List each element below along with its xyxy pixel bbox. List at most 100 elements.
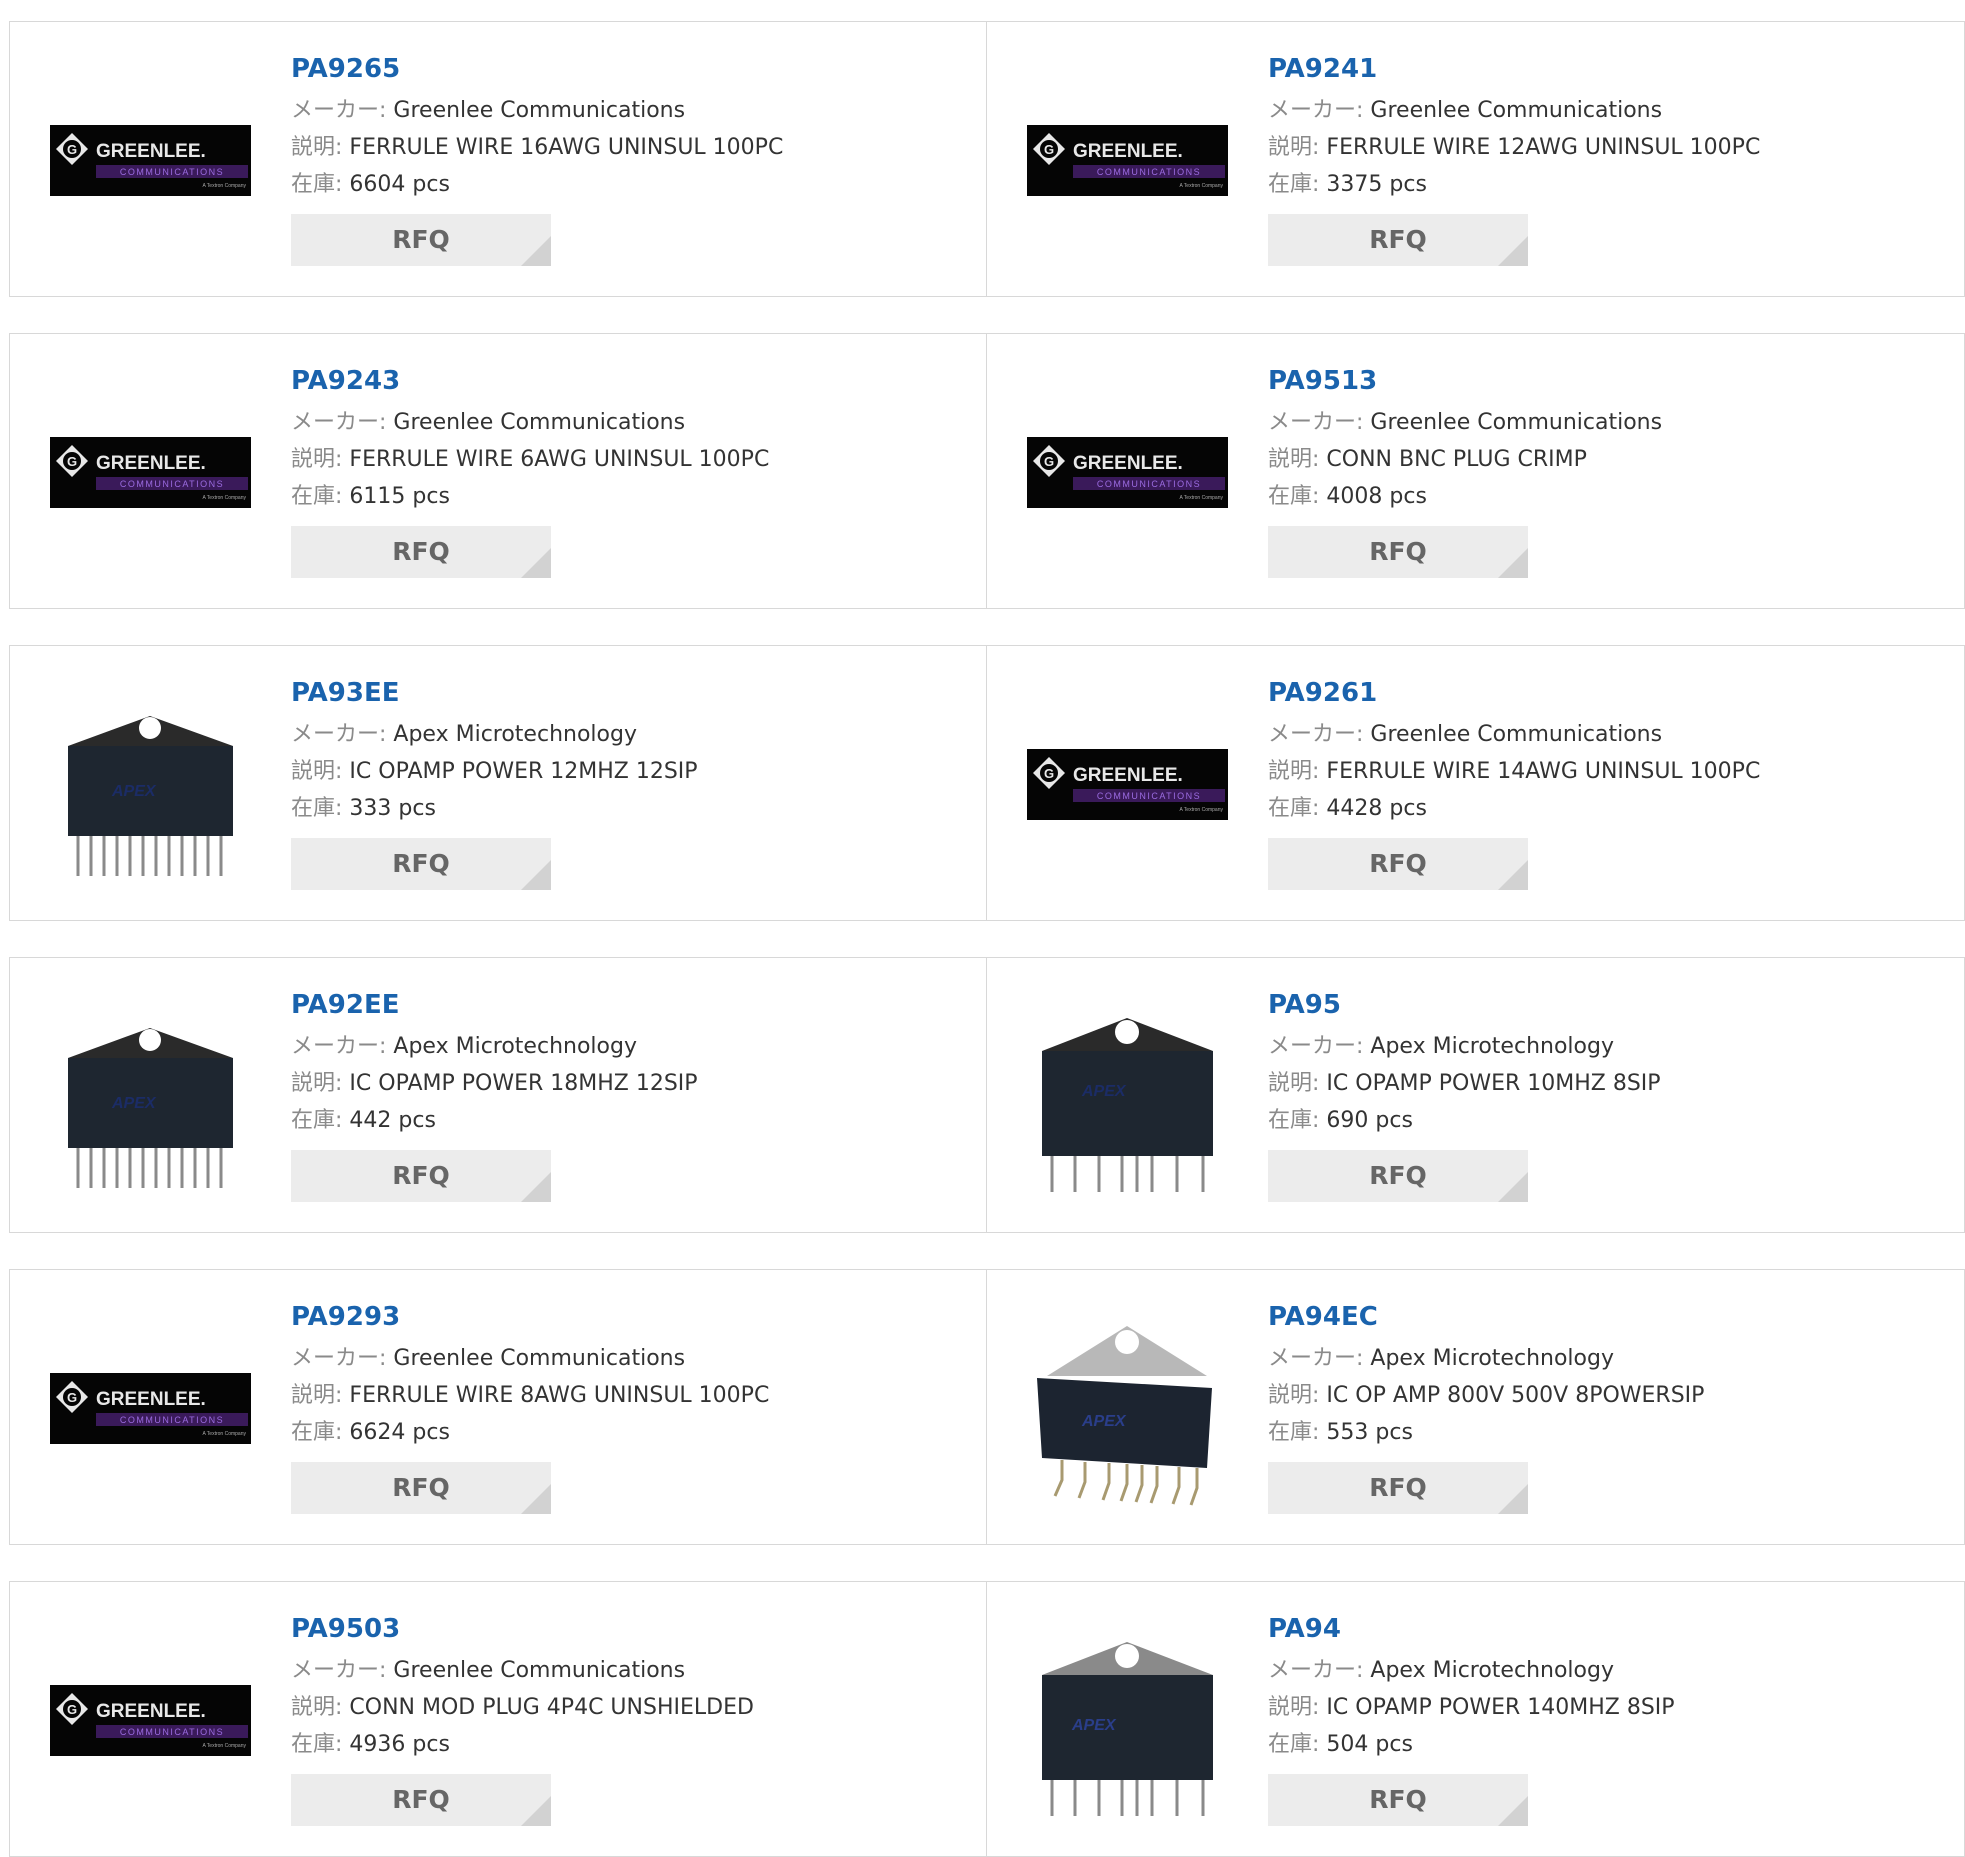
greenlee-logo-image[interactable]: G GREENLEE. COMMUNICATIONS A Textron Com… — [50, 1308, 251, 1509]
rfq-button-label: RFQ — [392, 537, 450, 566]
description-label: 説明: — [1268, 759, 1320, 784]
rfq-button[interactable]: RFQ — [1268, 214, 1528, 266]
part-number-link[interactable]: PA9265 — [291, 52, 783, 86]
part-number-link[interactable]: PA94EC — [1268, 1300, 1704, 1334]
chip-image[interactable]: APEX — [50, 684, 251, 885]
maker-value: Greenlee Communications — [1370, 722, 1663, 747]
product-card: G GREENLEE. COMMUNICATIONS A Textron Com… — [987, 21, 1965, 297]
svg-text:G: G — [67, 142, 77, 157]
description-label: 説明: — [1268, 1071, 1320, 1096]
greenlee-logo-image[interactable]: G GREENLEE. COMMUNICATIONS A Textron Com… — [50, 60, 251, 261]
svg-text:COMMUNICATIONS: COMMUNICATIONS — [120, 1727, 224, 1737]
description-label: 説明: — [291, 759, 343, 784]
product-card: APEX PA94 メーカー: Apex Microtechnology 説明:… — [987, 1581, 1965, 1857]
rfq-button[interactable]: RFQ — [291, 526, 551, 578]
part-number-link[interactable]: PA95 — [1268, 988, 1661, 1022]
maker-value: Apex Microtechnology — [1370, 1658, 1614, 1683]
maker-row: メーカー: Greenlee Communications — [291, 1340, 769, 1377]
svg-text:A Textron Company: A Textron Company — [202, 1431, 246, 1437]
stock-label: 在庫: — [291, 1108, 343, 1133]
maker-value: Greenlee Communications — [393, 98, 686, 123]
svg-text:GREENLEE.: GREENLEE. — [96, 1389, 206, 1410]
rfq-button[interactable]: RFQ — [1268, 1462, 1528, 1514]
greenlee-logo-icon: G GREENLEE. COMMUNICATIONS A Textron Com… — [50, 1373, 251, 1444]
sip-12pin-chip-icon: APEX — [68, 1028, 233, 1188]
rfq-button[interactable]: RFQ — [291, 1774, 551, 1826]
description-row: 説明: IC OPAMP POWER 140MHZ 8SIP — [1268, 1689, 1675, 1726]
part-number-link[interactable]: PA92EE — [291, 988, 698, 1022]
part-number-link[interactable]: PA9243 — [291, 364, 769, 398]
maker-value: Greenlee Communications — [1370, 98, 1663, 123]
maker-row: メーカー: Greenlee Communications — [1268, 92, 1760, 129]
maker-row: メーカー: Apex Microtechnology — [1268, 1652, 1675, 1689]
maker-value: Greenlee Communications — [393, 410, 686, 435]
rfq-button-label: RFQ — [392, 1161, 450, 1190]
svg-text:GREENLEE.: GREENLEE. — [1073, 141, 1183, 162]
sip-12pin-chip-icon: APEX — [68, 716, 233, 876]
maker-label: メーカー: — [1268, 1346, 1364, 1371]
maker-value: Apex Microtechnology — [393, 722, 637, 747]
rfq-button[interactable]: RFQ — [291, 214, 551, 266]
rfq-button[interactable]: RFQ — [1268, 1774, 1528, 1826]
chip-image[interactable]: APEX — [1027, 996, 1228, 1197]
maker-value: Apex Microtechnology — [393, 1034, 637, 1059]
chip-image[interactable]: APEX — [1027, 1620, 1228, 1821]
part-number-link[interactable]: PA9241 — [1268, 52, 1760, 86]
greenlee-logo-icon: G GREENLEE. COMMUNICATIONS A Textron Com… — [1027, 125, 1228, 196]
maker-value: Greenlee Communications — [393, 1346, 686, 1371]
rfq-button[interactable]: RFQ — [291, 1150, 551, 1202]
rfq-button[interactable]: RFQ — [291, 838, 551, 890]
product-card: G GREENLEE. COMMUNICATIONS A Textron Com… — [987, 333, 1965, 609]
corner-fold-icon — [1498, 860, 1528, 890]
svg-text:COMMUNICATIONS: COMMUNICATIONS — [120, 167, 224, 177]
stock-label: 在庫: — [1268, 484, 1320, 509]
rfq-button[interactable]: RFQ — [1268, 526, 1528, 578]
rfq-button[interactable]: RFQ — [1268, 1150, 1528, 1202]
description-value: FERRULE WIRE 6AWG UNINSUL 100PC — [349, 447, 770, 472]
part-number-link[interactable]: PA9293 — [291, 1300, 769, 1334]
rfq-button-label: RFQ — [392, 225, 450, 254]
description-label: 説明: — [1268, 1695, 1320, 1720]
part-number-link[interactable]: PA93EE — [291, 676, 698, 710]
svg-text:GREENLEE.: GREENLEE. — [1073, 453, 1183, 474]
svg-text:APEX: APEX — [1081, 1413, 1127, 1430]
part-number-link[interactable]: PA9503 — [291, 1612, 754, 1646]
rfq-button-label: RFQ — [1369, 537, 1427, 566]
part-number-link[interactable]: PA94 — [1268, 1612, 1675, 1646]
description-row: 説明: IC OPAMP POWER 10MHZ 8SIP — [1268, 1065, 1661, 1102]
greenlee-logo-icon: G GREENLEE. COMMUNICATIONS A Textron Com… — [50, 437, 251, 508]
description-row: 説明: IC OPAMP POWER 18MHZ 12SIP — [291, 1065, 698, 1102]
greenlee-logo-image[interactable]: G GREENLEE. COMMUNICATIONS A Textron Com… — [1027, 684, 1228, 885]
greenlee-logo-image[interactable]: G GREENLEE. COMMUNICATIONS A Textron Com… — [50, 372, 251, 573]
stock-row: 在庫: 4428 pcs — [1268, 790, 1760, 827]
chip-image[interactable]: APEX — [1027, 1308, 1228, 1509]
maker-label: メーカー: — [291, 410, 387, 435]
description-value: IC OPAMP POWER 140MHZ 8SIP — [1326, 1695, 1675, 1720]
rfq-button[interactable]: RFQ — [291, 1462, 551, 1514]
maker-label: メーカー: — [1268, 1658, 1364, 1683]
greenlee-logo-image[interactable]: G GREENLEE. COMMUNICATIONS A Textron Com… — [1027, 60, 1228, 261]
maker-row: メーカー: Greenlee Communications — [291, 92, 783, 129]
description-value: FERRULE WIRE 8AWG UNINSUL 100PC — [349, 1383, 770, 1408]
chip-image[interactable]: APEX — [50, 996, 251, 1197]
description-value: FERRULE WIRE 14AWG UNINSUL 100PC — [1326, 759, 1761, 784]
description-value: IC OPAMP POWER 18MHZ 12SIP — [349, 1071, 698, 1096]
greenlee-logo-image[interactable]: G GREENLEE. COMMUNICATIONS A Textron Com… — [50, 1620, 251, 1821]
corner-fold-icon — [521, 1484, 551, 1514]
product-card: APEX PA95 メーカー: Apex Microtechnology 説明:… — [987, 957, 1965, 1233]
maker-label: メーカー: — [1268, 1034, 1364, 1059]
greenlee-logo-image[interactable]: G GREENLEE. COMMUNICATIONS A Textron Com… — [1027, 372, 1228, 573]
part-number-link[interactable]: PA9513 — [1268, 364, 1662, 398]
description-row: 説明: IC OPAMP POWER 12MHZ 12SIP — [291, 753, 698, 790]
description-value: CONN MOD PLUG 4P4C UNSHIELDED — [349, 1695, 754, 1720]
maker-row: メーカー: Greenlee Communications — [1268, 404, 1662, 441]
greenlee-logo-icon: G GREENLEE. COMMUNICATIONS A Textron Com… — [1027, 749, 1228, 820]
rfq-button[interactable]: RFQ — [1268, 838, 1528, 890]
svg-text:COMMUNICATIONS: COMMUNICATIONS — [120, 1415, 224, 1425]
part-number-link[interactable]: PA9261 — [1268, 676, 1760, 710]
description-row: 説明: FERRULE WIRE 6AWG UNINSUL 100PC — [291, 441, 769, 478]
stock-value: 553 pcs — [1326, 1420, 1413, 1445]
svg-text:G: G — [67, 1702, 77, 1717]
description-label: 説明: — [1268, 1383, 1320, 1408]
stock-value: 6115 pcs — [349, 484, 450, 509]
